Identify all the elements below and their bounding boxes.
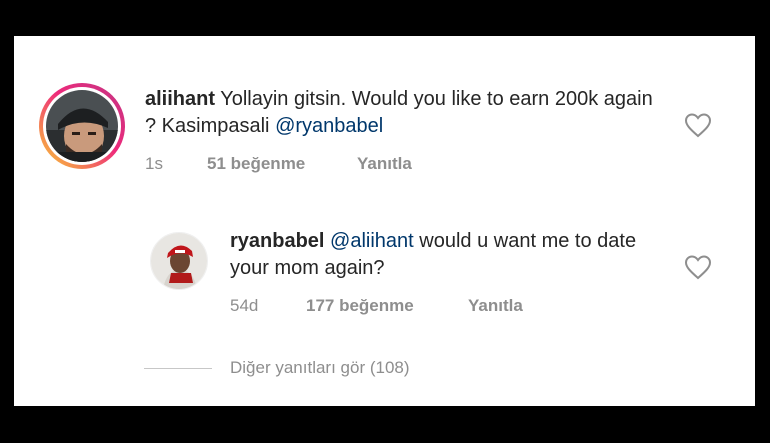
reply-text: ryanbabel @aliihant would u want me to d… bbox=[230, 228, 670, 282]
reply-button[interactable]: Yanıtla bbox=[468, 296, 523, 316]
heart-icon[interactable] bbox=[684, 254, 712, 280]
view-more-replies-label[interactable]: Diğer yanıtları gör (108) bbox=[230, 358, 410, 378]
reply-ryanbabel: ryanbabel @aliihant would u want me to d… bbox=[14, 36, 755, 336]
reply-username[interactable]: ryanbabel bbox=[230, 230, 324, 252]
avatar-ryanbabel[interactable] bbox=[150, 232, 208, 290]
reply-time: 54d bbox=[230, 296, 259, 315]
reply-likes[interactable]: 177 beğenme bbox=[306, 296, 414, 316]
profile-photo-icon bbox=[151, 233, 207, 289]
mention-link[interactable]: @aliihant bbox=[330, 230, 414, 252]
divider-line bbox=[144, 368, 212, 369]
comments-panel: aliihant Yollayin gitsin. Would you like… bbox=[14, 36, 755, 406]
